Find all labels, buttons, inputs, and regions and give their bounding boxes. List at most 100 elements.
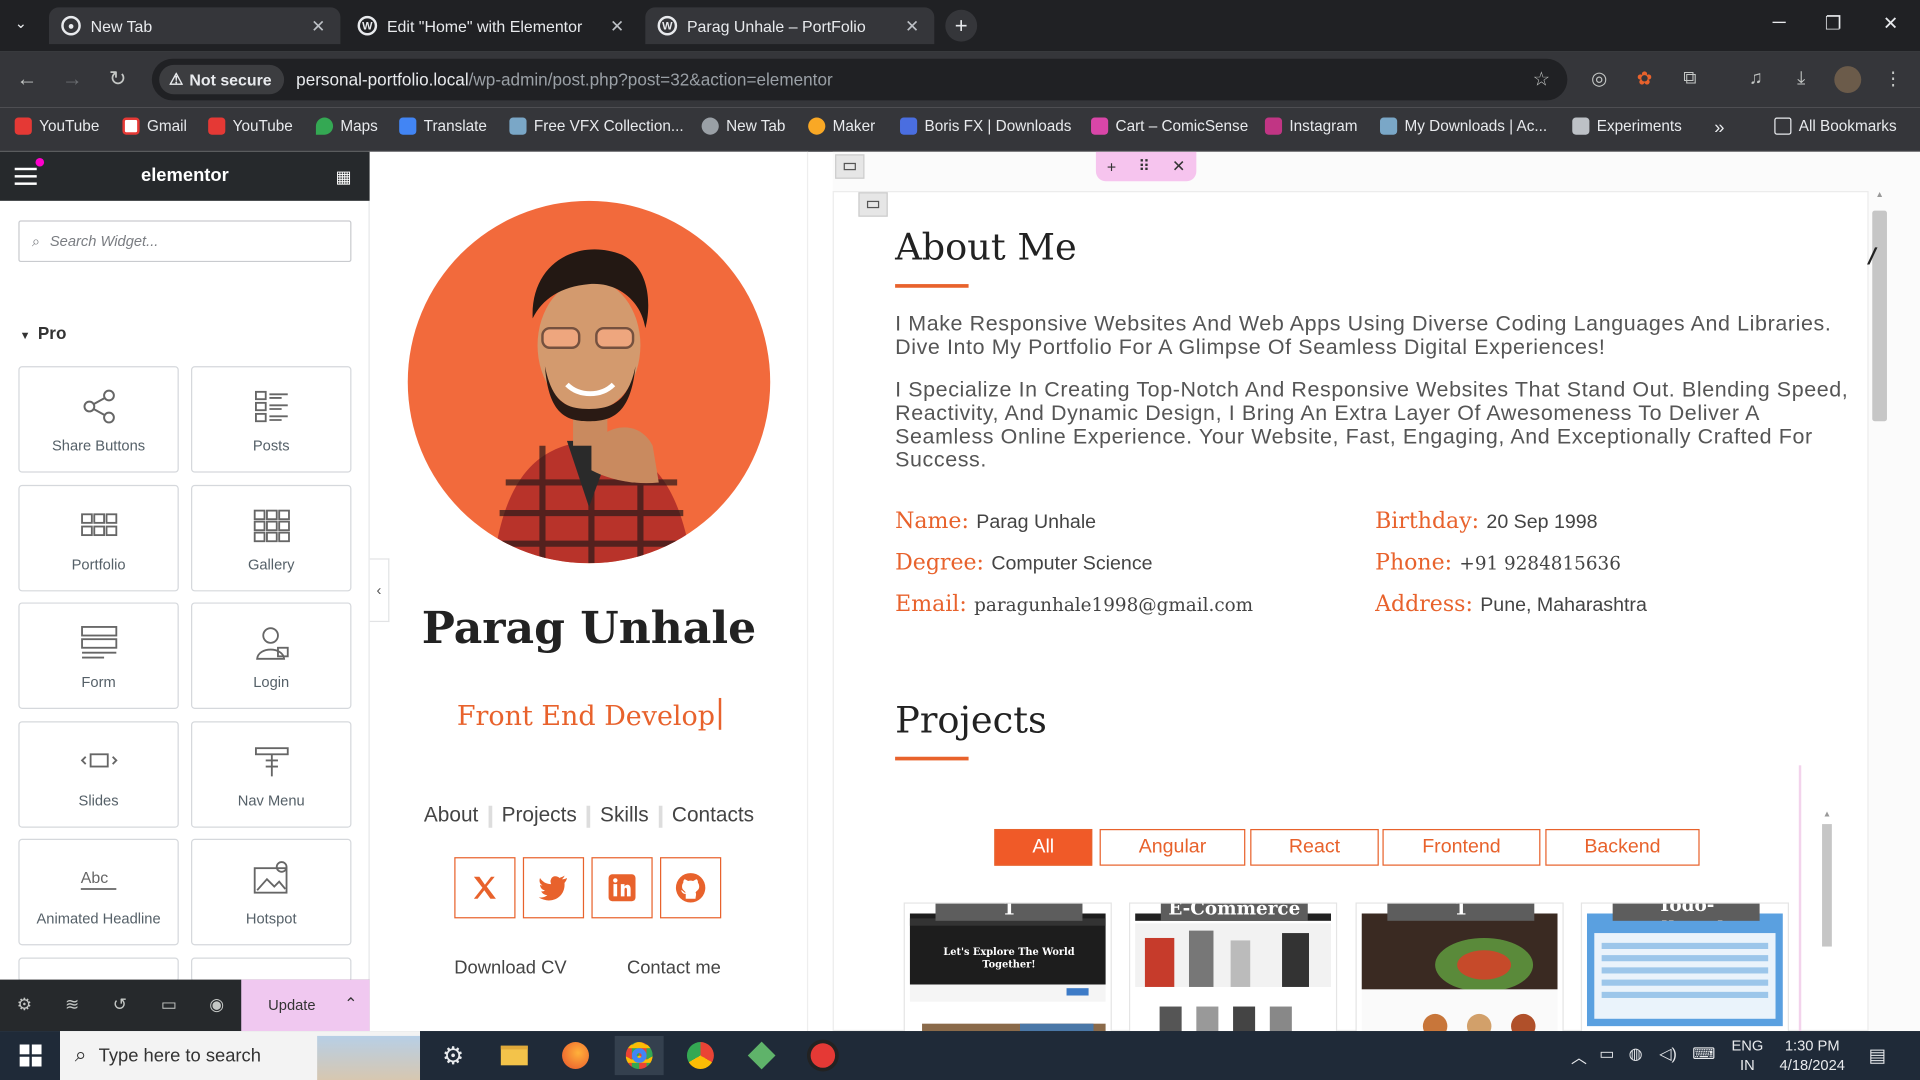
settings-icon[interactable]: ⚙ xyxy=(13,994,35,1016)
chrome-profile-icon[interactable] xyxy=(676,1036,725,1075)
category-pro[interactable]: ▼ Pro xyxy=(20,323,67,343)
bookmark-item[interactable]: New Tab xyxy=(701,117,785,135)
responsive-icon[interactable]: ▭ xyxy=(158,994,180,1016)
scroll-up-icon[interactable]: ▲ xyxy=(1821,811,1833,820)
file-explorer-icon[interactable] xyxy=(490,1036,539,1075)
keyboard-icon[interactable]: ⌨ xyxy=(1692,1044,1715,1064)
add-section-icon[interactable]: + xyxy=(1107,157,1116,175)
network-icon[interactable]: ◍ xyxy=(1629,1044,1643,1064)
project-card[interactable]: E-Commerce xyxy=(1128,902,1338,1038)
recorder-icon[interactable] xyxy=(798,1036,847,1075)
language-indicator[interactable]: ENG IN xyxy=(1731,1036,1763,1075)
filter-all[interactable]: All xyxy=(994,828,1093,866)
minimize-icon[interactable]: ─ xyxy=(1767,12,1791,33)
nav-skills[interactable]: Skills xyxy=(600,803,649,830)
widget-posts[interactable]: Posts xyxy=(191,366,352,473)
widget-hotspot[interactable]: Hotspot xyxy=(191,838,352,946)
bookmark-star-icon[interactable]: ☆ xyxy=(1533,67,1551,91)
widget-login[interactable]: Login xyxy=(191,602,352,709)
bookmark-item[interactable]: Cart – ComicSense xyxy=(1091,117,1248,135)
widget-gallery[interactable]: Gallery xyxy=(191,484,352,592)
widget-share-buttons[interactable]: Share Buttons xyxy=(18,366,179,473)
reload-icon[interactable]: ↻ xyxy=(105,67,129,91)
project-card[interactable]: 1 Let's Explore The World Together! xyxy=(903,902,1112,1038)
tab-elementor[interactable]: W Edit "Home" with Elementor ✕ xyxy=(345,7,639,44)
delete-section-icon[interactable]: ✕ xyxy=(1172,157,1185,177)
address-bar[interactable]: ⚠ Not secure personal-portfolio.local/wp… xyxy=(151,58,1568,101)
bookmark-item[interactable]: Maps xyxy=(315,117,378,135)
more-bookmarks-button[interactable]: » xyxy=(1714,118,1724,139)
widget-animated-headline[interactable]: Abc Animated Headline xyxy=(18,838,179,946)
clock[interactable]: 1:30 PM 4/18/2024 xyxy=(1773,1036,1851,1075)
contact-me-button[interactable]: Contact me xyxy=(627,958,721,979)
linkedin-social-button[interactable] xyxy=(591,857,653,919)
all-bookmarks[interactable]: All Bookmarks xyxy=(1774,117,1897,135)
x-social-button[interactable] xyxy=(454,857,516,919)
security-chip[interactable]: ⚠ Not secure xyxy=(159,64,284,95)
apps-grid-icon[interactable]: ▦ xyxy=(336,167,352,188)
scroll-up-icon[interactable]: ▲ xyxy=(1871,191,1888,200)
window-close-icon[interactable]: ✕ xyxy=(1878,12,1902,34)
widget-partial[interactable] xyxy=(18,957,179,983)
windows-start-icon[interactable] xyxy=(6,1036,55,1075)
bookmark-item[interactable]: Gmail xyxy=(122,117,187,135)
restore-icon[interactable]: ❐ xyxy=(1821,12,1845,34)
layers-icon[interactable]: ≋ xyxy=(61,994,83,1016)
close-icon[interactable]: ✕ xyxy=(607,15,627,36)
section-edit-handle[interactable] xyxy=(835,154,865,179)
forward-icon[interactable]: → xyxy=(60,67,84,91)
project-card[interactable]: 1 xyxy=(1355,902,1564,1038)
bookmark-item[interactable]: Free VFX Collection... xyxy=(509,117,684,135)
new-tab-button[interactable]: + xyxy=(945,9,978,42)
column-edit-handle[interactable] xyxy=(858,192,888,217)
inner-scroll-thumb[interactable] xyxy=(1822,824,1832,947)
bookmark-item[interactable]: Boris FX | Downloads xyxy=(900,117,1071,135)
firefox-icon[interactable] xyxy=(551,1036,600,1075)
extension-icon[interactable]: ◎ xyxy=(1587,67,1611,91)
drag-handle-icon[interactable]: ⠿ xyxy=(1138,157,1150,177)
bookmark-item[interactable]: Translate xyxy=(399,117,487,135)
filter-frontend[interactable]: Frontend xyxy=(1382,828,1541,866)
filter-react[interactable]: React xyxy=(1250,828,1379,866)
media-icon[interactable]: ♫ xyxy=(1744,67,1768,91)
chevron-up-icon[interactable]: ⌃ xyxy=(344,994,357,1014)
tab-new-tab[interactable]: ● New Tab ✕ xyxy=(48,7,341,45)
volume-icon[interactable]: ◁) xyxy=(1659,1044,1677,1064)
puzzle-icon[interactable]: ⧉ xyxy=(1678,67,1702,91)
extension-icon[interactable]: ✿ xyxy=(1632,67,1656,91)
widget-portfolio[interactable]: Portfolio xyxy=(18,484,179,592)
close-icon[interactable]: ✕ xyxy=(309,15,329,36)
widget-form[interactable]: Form xyxy=(18,602,179,709)
collapse-panel-handle[interactable]: ‹ xyxy=(369,558,390,623)
tray-chevron-icon[interactable]: ︿ xyxy=(1571,1044,1587,1067)
page-scroll-thumb[interactable] xyxy=(1872,210,1887,422)
back-icon[interactable]: ← xyxy=(15,67,39,91)
inner-scrollbar[interactable]: ▲ xyxy=(1821,811,1833,964)
nav-projects[interactable]: Projects xyxy=(502,803,577,830)
filter-backend[interactable]: Backend xyxy=(1545,828,1700,866)
bookmark-item[interactable]: Instagram xyxy=(1264,117,1357,135)
tab-search-icon[interactable]: ⌄ xyxy=(15,15,27,32)
settings-gear-icon[interactable]: ⚙ xyxy=(429,1036,478,1075)
preview-eye-icon[interactable]: ◉ xyxy=(206,994,228,1016)
battery-icon[interactable]: ▭ xyxy=(1599,1044,1614,1064)
chrome-taskbar-icon[interactable] xyxy=(614,1035,664,1076)
twitter-social-button[interactable] xyxy=(522,857,585,919)
notification-icon[interactable]: ▤ xyxy=(1869,1044,1886,1067)
filter-angular[interactable]: Angular xyxy=(1099,828,1246,866)
widget-partial[interactable] xyxy=(191,957,352,983)
github-social-button[interactable] xyxy=(660,857,722,919)
bookmark-item[interactable]: YouTube xyxy=(208,117,293,135)
history-icon[interactable]: ↺ xyxy=(109,994,131,1016)
download-cv-button[interactable]: Download CV xyxy=(454,958,566,979)
search-widget-input[interactable]: ⌕ Search Widget... xyxy=(18,220,352,263)
project-card[interactable]: Todo-Fullstack-Angular xyxy=(1580,902,1789,1038)
widget-slides[interactable]: Slides xyxy=(18,721,179,828)
update-button[interactable]: Update ⌃ xyxy=(241,979,370,1032)
bookmark-item[interactable]: Maker xyxy=(808,117,875,135)
close-icon[interactable]: ✕ xyxy=(902,15,922,36)
download-icon[interactable]: ⤓ xyxy=(1789,67,1813,91)
app-diamond-icon[interactable] xyxy=(737,1036,786,1075)
nav-about[interactable]: About xyxy=(424,803,478,830)
tab-portfolio[interactable]: W Parag Unhale – PortFolio ✕ xyxy=(645,7,935,45)
